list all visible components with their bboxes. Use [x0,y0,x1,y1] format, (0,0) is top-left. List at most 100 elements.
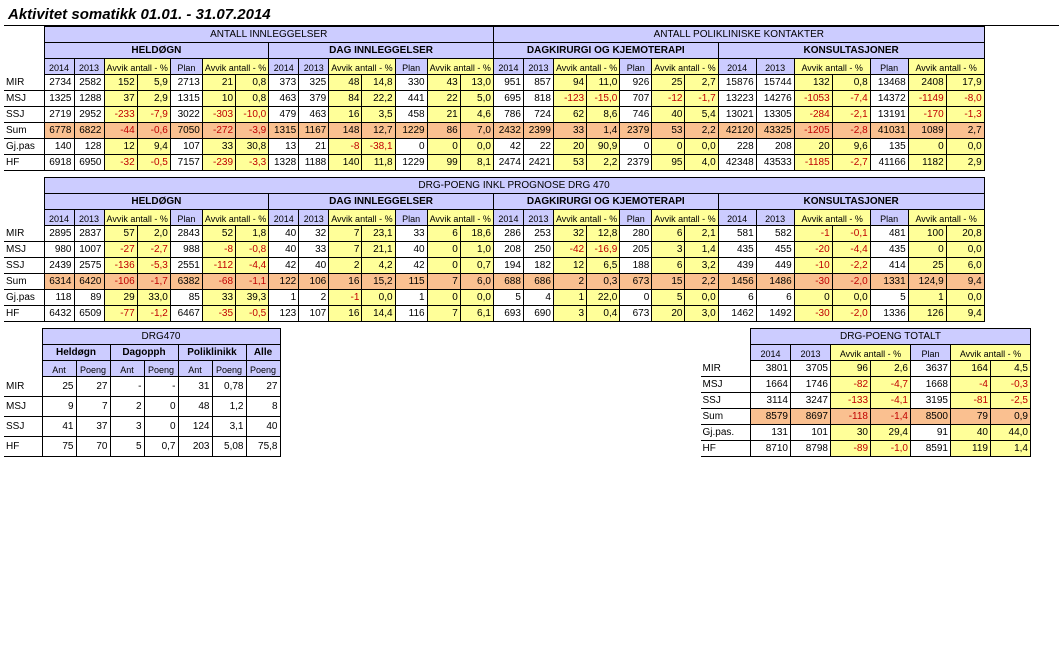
cell: 0,0 [685,139,718,155]
table-row: Sum85798697-118-1,48500790,9 [701,409,1031,425]
cell: 926 [620,75,652,91]
cell: -1,2 [137,306,170,322]
cell: 18,6 [460,226,493,242]
cell: 128 [74,139,104,155]
cell: -81 [951,393,991,409]
cell: 2432 [493,123,523,139]
cell: 22 [427,91,460,107]
cell: 746 [620,107,652,123]
cell: 11,8 [362,155,395,171]
row-label: MSJ [4,242,44,258]
cell: 2474 [493,155,523,171]
cell: -2,8 [832,123,870,139]
cell: 21,1 [362,242,395,258]
row-label: HF [701,441,751,457]
cell: 3022 [170,107,202,123]
cell: 0 [427,258,460,274]
cell: 2421 [523,155,553,171]
cell: 951 [493,75,523,91]
cell: 0,7 [460,258,493,274]
cell: 3,1 [212,417,246,437]
table-row: HF69186950-32-0,57157-239-3,313281188140… [4,155,984,171]
cell: 188 [620,258,652,274]
cell: 0,0 [832,290,870,306]
cell: 32 [553,226,586,242]
cell: 449 [756,258,794,274]
cell: 4 [523,290,553,306]
cell: -118 [831,409,871,425]
cell: 1336 [870,306,908,322]
cell: 84 [329,91,362,107]
cell: 818 [523,91,553,107]
cell: 5,08 [212,437,246,457]
table-antall: ANTALL INNLEGGELSER ANTALL POLIKLINISKE … [4,26,985,171]
cell: 5,0 [460,91,493,107]
cell: 1331 [870,274,908,290]
cell: 0 [794,290,832,306]
table-row: HF64326509-77-1,26467-35-0,51231071614,4… [4,306,984,322]
sub-heldogn: HELDØGN [44,43,269,59]
cell: -1 [329,290,362,306]
row-label: SSJ [4,417,42,437]
cell: 0,8 [236,75,269,91]
cell: 8798 [791,441,831,457]
cell: 1,2 [212,397,246,417]
cell: 10 [202,91,235,107]
cell: 2575 [74,258,104,274]
cell: 106 [299,274,329,290]
cell: 0,0 [946,290,984,306]
row-label: SSJ [4,107,44,123]
cell: 48 [178,397,212,417]
page-title: Aktivitet somatikk 01.01. - 31.07.2014 [4,4,1059,26]
cell: 12 [104,139,137,155]
cell: -1,1 [236,274,269,290]
table-row: Gj.pas140128129,41073330,81321-8-38,1000… [4,139,984,155]
table-row: MIR273425821525,92713210,83733254814,833… [4,75,984,91]
cell: 6778 [44,123,74,139]
cell: 91 [911,425,951,441]
cell: 148 [329,123,362,139]
cell: 1 [553,290,586,306]
cell: 42 [269,258,299,274]
cell: - [110,377,144,397]
cell: 0 [427,290,460,306]
cell: 6,0 [946,258,984,274]
cell: 6509 [74,306,104,322]
cell: 2,0 [137,226,170,242]
cell: 8,6 [587,107,620,123]
cell: 857 [523,75,553,91]
cell: 6822 [74,123,104,139]
row-label: MIR [4,377,42,397]
cell: 1315 [170,91,202,107]
cell: 16 [329,107,362,123]
cell: -1185 [794,155,832,171]
cell: 1288 [74,91,104,107]
cell: 40 [299,258,329,274]
cell: -3,3 [236,155,269,171]
cell: 463 [269,91,299,107]
cell: 208 [756,139,794,155]
cell: -136 [104,258,137,274]
cell: 42348 [718,155,756,171]
cell: 1325 [44,91,74,107]
cell: 90,9 [587,139,620,155]
cell: 12,7 [362,123,395,139]
cell: 23,1 [362,226,395,242]
cell: 115 [395,274,427,290]
cell: 12 [553,258,586,274]
cell: 11,0 [587,75,620,91]
cell: 52 [202,226,235,242]
cell: -170 [908,107,946,123]
cell: 0 [908,242,946,258]
row-label: HF [4,306,44,322]
cell: 4,2 [362,258,395,274]
cell: 0 [144,397,178,417]
cell: 40 [246,417,280,437]
cell: -1 [794,226,832,242]
cell: -1053 [794,91,832,107]
cell: 1229 [395,123,427,139]
cell: 119 [951,441,991,457]
cell: 0 [427,242,460,258]
cell: -27 [104,242,137,258]
cell: -16,9 [587,242,620,258]
